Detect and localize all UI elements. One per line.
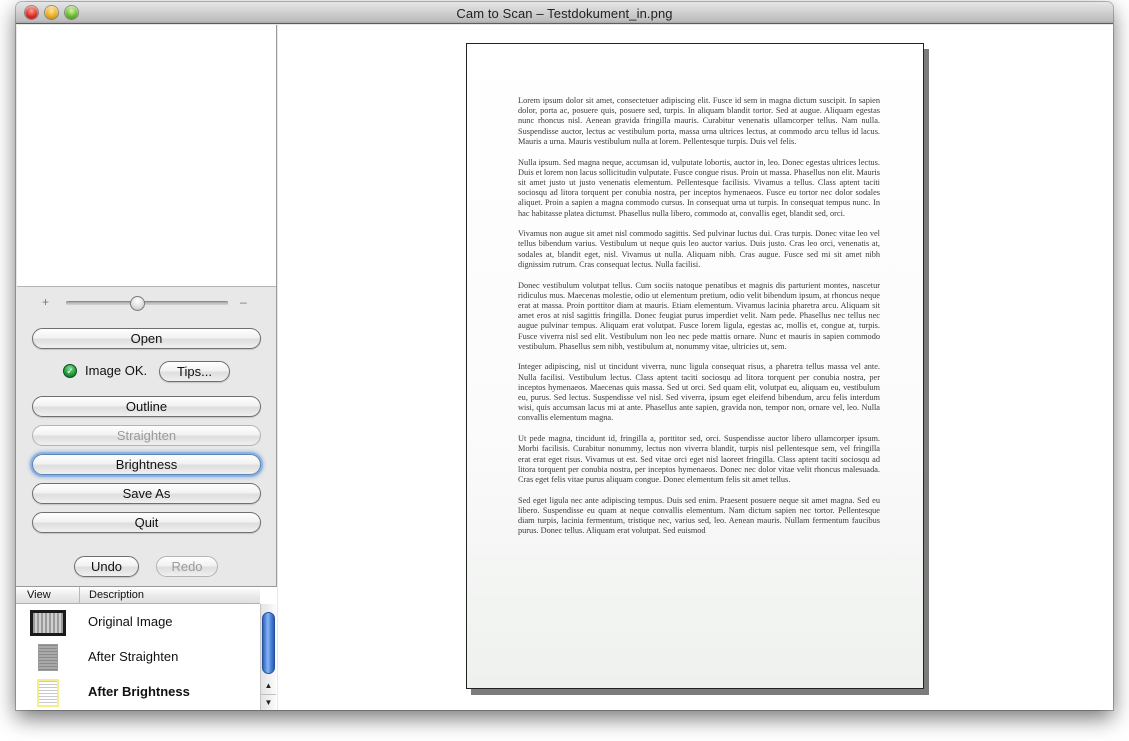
- history-row-label: After Brightness: [88, 684, 190, 699]
- outline-button[interactable]: Outline: [32, 396, 261, 417]
- zoom-slider-knob[interactable]: [130, 296, 146, 311]
- document-paragraph: Donec vestibulum volutpat tellus. Cum so…: [518, 280, 880, 351]
- brightened-image-thumbnail: [30, 678, 66, 707]
- scroll-up-arrow-icon[interactable]: ▲: [261, 678, 276, 693]
- window-title: Cam to Scan – Testdokument_in.png: [456, 6, 673, 21]
- image-preview: [17, 25, 276, 287]
- tips-button[interactable]: Tips...: [159, 361, 230, 382]
- title-bar[interactable]: Cam to Scan – Testdokument_in.png: [16, 2, 1113, 24]
- undo-button[interactable]: Undo: [74, 556, 139, 577]
- redo-button[interactable]: Redo: [156, 556, 218, 577]
- page-text: Lorem ipsum dolor sit amet, consectetuer…: [518, 96, 880, 547]
- brightness-button[interactable]: Brightness: [32, 454, 261, 475]
- scanned-page: Lorem ipsum dolor sit amet, consectetuer…: [466, 43, 924, 689]
- history-row[interactable]: Original Image: [16, 605, 260, 640]
- column-header-description[interactable]: Description: [89, 589, 144, 601]
- zoom-out-label: –: [240, 295, 247, 309]
- scroll-down-arrow-icon[interactable]: ▼: [261, 694, 276, 709]
- app-window: Cam to Scan – Testdokument_in.png + – Op…: [16, 2, 1113, 710]
- quit-button[interactable]: Quit: [32, 512, 261, 533]
- scrollbar-thumb[interactable]: [262, 612, 275, 674]
- check-circle-icon: ✓: [63, 364, 77, 378]
- history-row-selected[interactable]: After Brightness: [16, 675, 260, 710]
- straightened-image-thumbnail: [30, 644, 66, 671]
- control-panel: + – Open ✓ Image OK. Tips... Outline Str…: [16, 25, 277, 710]
- document-paragraph: Integer adipiscing, nisl ut tincidunt vi…: [518, 362, 880, 423]
- document-canvas: Lorem ipsum dolor sit amet, consectetuer…: [278, 25, 1113, 710]
- history-table-header: View Description: [16, 587, 260, 604]
- column-header-view[interactable]: View: [27, 589, 51, 601]
- document-paragraph: Lorem ipsum dolor sit amet, consectetuer…: [518, 96, 880, 146]
- original-image-thumbnail: [30, 609, 66, 636]
- image-status: ✓ Image OK. Tips...: [16, 360, 277, 382]
- document-paragraph: Vivamus non augue sit amet nisl commodo …: [518, 229, 880, 269]
- history-row-label: Original Image: [88, 614, 173, 629]
- zoom-slider[interactable]: [66, 296, 228, 311]
- straighten-button[interactable]: Straighten: [32, 425, 261, 446]
- column-divider: [79, 587, 80, 604]
- document-paragraph: Ut pede magna, tincidunt id, fringilla a…: [518, 434, 880, 484]
- status-text: Image OK.: [85, 363, 148, 378]
- history-row[interactable]: After Straighten: [16, 640, 260, 675]
- open-button[interactable]: Open: [32, 328, 261, 349]
- document-paragraph: Sed eget ligula nec ante adipiscing temp…: [518, 495, 880, 536]
- zoom-slider-row: + –: [16, 293, 277, 313]
- save-as-button[interactable]: Save As: [32, 483, 261, 504]
- document-paragraph: Nulla ipsum. Sed magna neque, accumsan i…: [518, 157, 880, 218]
- zoom-in-label: +: [42, 295, 50, 309]
- history-scrollbar[interactable]: ▲ ▼: [260, 604, 276, 710]
- history-table: View Description Original Image After St…: [16, 586, 277, 710]
- history-row-label: After Straighten: [88, 649, 179, 664]
